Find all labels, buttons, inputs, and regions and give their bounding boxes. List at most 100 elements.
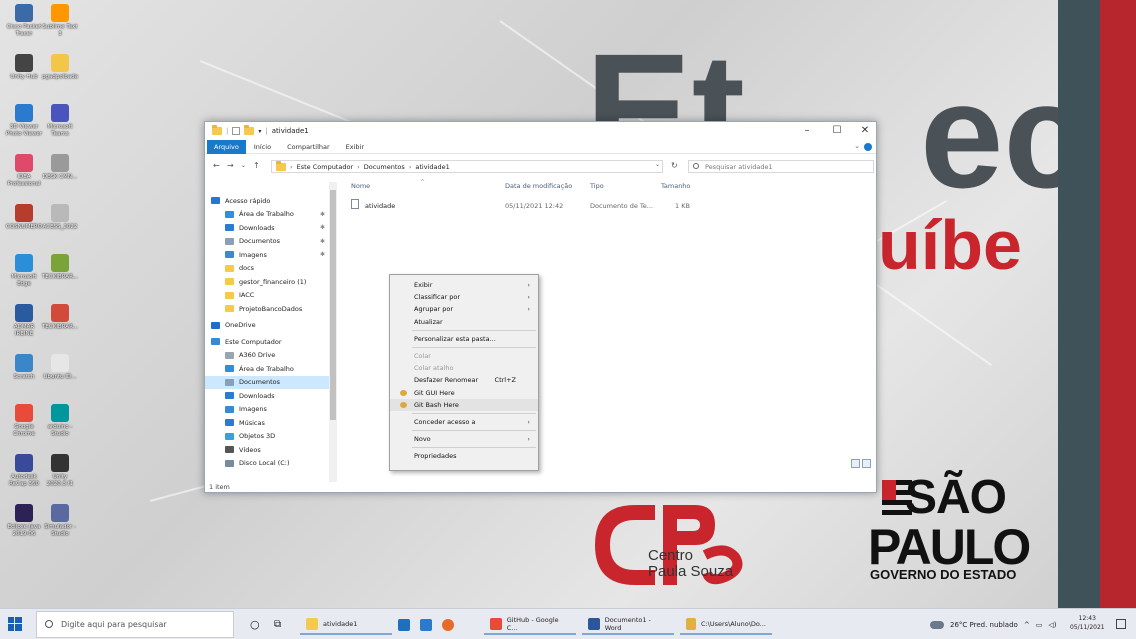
desktop-icon[interactable]: pgadpolbada xyxy=(40,54,80,81)
desktop-icon[interactable]: Simulador - Studio xyxy=(40,504,80,538)
nav-item[interactable]: Downloads ✱ xyxy=(205,221,329,234)
nav-item[interactable]: Objetos 3D xyxy=(205,430,329,443)
details-view-button[interactable] xyxy=(851,459,860,468)
nav-item[interactable]: Downloads xyxy=(205,389,329,402)
desktop-icon[interactable]: Sublime Text 3 xyxy=(40,4,80,38)
maximize-button[interactable]: ☐ xyxy=(824,122,850,140)
address-dropdown-icon[interactable]: ⌄ xyxy=(655,161,660,168)
desktop-icon[interactable]: TECKIBRAR... xyxy=(40,254,80,281)
close-button[interactable]: ✕ xyxy=(852,122,878,140)
notifications-icon[interactable] xyxy=(1116,619,1126,629)
nav-item[interactable]: ProjetoBancoDados xyxy=(205,302,329,315)
firefox-icon[interactable] xyxy=(442,614,459,635)
desktop-icon[interactable]: Cisco Packet Tracer xyxy=(4,4,44,38)
menu-item[interactable]: Agrupar por › xyxy=(390,303,538,315)
desktop-icon[interactable]: Eclipse Java 2019-06 xyxy=(4,504,44,538)
desktop-icon[interactable]: 3D Viewer Photo Viewer xyxy=(4,104,44,138)
new-folder-icon[interactable] xyxy=(244,125,255,135)
nav-scrollbar[interactable] xyxy=(329,182,337,482)
desktop-icon[interactable]: Unity Hub xyxy=(4,54,44,81)
desktop-icon[interactable]: Ubuntu ID... xyxy=(40,354,80,381)
column-header-tamanho[interactable]: Tamanho xyxy=(661,182,690,190)
properties-icon[interactable] xyxy=(232,127,241,135)
desktop-icon[interactable]: ACESS_2022 xyxy=(40,204,80,231)
menu-item[interactable]: Exibir › xyxy=(390,279,538,291)
tab-inicio[interactable]: Início xyxy=(246,140,279,154)
nav-item[interactable]: Área de Trabalho xyxy=(205,362,329,375)
file-name[interactable]: atividade xyxy=(365,202,395,210)
desktop-icon[interactable]: IDEA Professional xyxy=(4,154,44,188)
column-header-data[interactable]: Data de modificação xyxy=(505,182,572,190)
tab-arquivo[interactable]: Arquivo xyxy=(207,139,246,154)
windows-start-icon[interactable] xyxy=(8,617,22,631)
desktop-icon[interactable]: arduino - Studio xyxy=(40,404,80,438)
taskbar-app-word[interactable]: Documento1 - Word xyxy=(582,614,674,635)
desktop-icon[interactable]: TECKIBRAR... xyxy=(40,304,80,331)
nav-item[interactable]: gestor_financeiro (1) xyxy=(205,275,329,288)
nav-item[interactable]: Vídeos xyxy=(205,443,329,456)
refresh-icon[interactable]: ↻ xyxy=(671,161,678,170)
menu-item[interactable]: Atualizar xyxy=(390,316,538,328)
tab-compartilhar[interactable]: Compartilhar xyxy=(279,140,338,154)
taskbar-search-input[interactable]: Digite aqui para pesquisar xyxy=(36,611,234,638)
taskbar-app-gitbash[interactable]: C:\Users\Aluno\Do... xyxy=(680,614,772,635)
desktop-icon[interactable]: COSNUMERO xyxy=(4,204,44,231)
nav-item[interactable]: docs xyxy=(205,262,329,275)
volume-icon[interactable]: ◁) xyxy=(1048,621,1056,629)
search-input[interactable]: Pesquisar atividade1 xyxy=(688,160,874,173)
nav-item[interactable]: Documentos xyxy=(205,375,329,389)
nav-item[interactable]: IACC xyxy=(205,289,329,302)
show-hidden-icons-icon[interactable]: ^ xyxy=(1024,621,1030,629)
nav-item[interactable]: A360 Drive xyxy=(205,349,329,362)
cortana-icon[interactable]: ○ xyxy=(250,614,260,635)
desktop-icon[interactable]: ADMAR IREINE xyxy=(4,304,44,338)
help-icon[interactable] xyxy=(864,143,872,151)
desktop-icon[interactable]: Microsoft Edge xyxy=(4,254,44,288)
nav-item[interactable]: Imagens xyxy=(205,403,329,416)
menu-item[interactable]: Classificar por › xyxy=(390,291,538,303)
large-icons-view-button[interactable] xyxy=(862,459,871,468)
nav-item[interactable]: Imagens ✱ xyxy=(205,248,329,261)
expand-ribbon-icon[interactable]: ⌄ xyxy=(854,142,860,150)
store-icon[interactable] xyxy=(398,614,415,635)
taskbar-app-chrome[interactable]: GitHub - Google C... xyxy=(484,614,576,635)
taskbar-app-explorer[interactable]: atividade1 xyxy=(300,614,392,635)
desktop-icon[interactable]: DESK CMN... xyxy=(40,154,80,181)
up-button[interactable]: ↑ xyxy=(253,161,260,170)
breadcrumb-este-computador[interactable]: Este Computador xyxy=(297,163,354,171)
title-bar[interactable]: | ▾ | atividade1 – ☐ ✕ xyxy=(205,122,876,140)
breadcrumb-atividade1[interactable]: atividade1 xyxy=(415,163,449,171)
nav-item[interactable]: OneDrive xyxy=(205,319,329,332)
nav-item[interactable]: Músicas xyxy=(205,416,329,429)
breadcrumb-documentos[interactable]: Documentos xyxy=(364,163,405,171)
nav-scrollbar-thumb[interactable] xyxy=(330,190,336,420)
nav-item[interactable]: Documentos ✱ xyxy=(205,235,329,248)
address-field[interactable]: › Este Computador › Documentos › ativida… xyxy=(271,160,663,173)
menu-item[interactable]: Propriedades xyxy=(390,450,538,462)
nav-item[interactable]: Acesso rápido xyxy=(205,194,329,207)
nav-item[interactable]: Este Computador xyxy=(205,335,329,348)
desktop-icon[interactable]: Scratch xyxy=(4,354,44,381)
forward-button[interactable]: → xyxy=(227,161,234,170)
desktop-icon[interactable]: Unity 2020.3.f1 xyxy=(40,454,80,488)
chevron-down-icon[interactable]: ▾ xyxy=(258,128,261,135)
file-explorer-window[interactable]: | ▾ | atividade1 – ☐ ✕ Arquivo Início Co… xyxy=(204,121,877,493)
minimize-button[interactable]: – xyxy=(794,122,820,140)
tab-exibir[interactable]: Exibir xyxy=(338,140,372,154)
task-view-icon[interactable]: ⧉ xyxy=(274,614,281,635)
desktop-icon[interactable]: Microsoft Teams xyxy=(40,104,80,138)
menu-item[interactable]: Personalizar esta pasta... xyxy=(390,333,538,345)
nav-item[interactable]: Disco Local (C:) xyxy=(205,457,329,470)
desktop-icon[interactable]: Google Chrome xyxy=(4,404,44,438)
column-header-nome[interactable]: Nome xyxy=(351,182,370,190)
back-button[interactable]: ← xyxy=(213,161,220,170)
menu-item[interactable]: Novo › xyxy=(390,433,538,445)
menu-item[interactable]: Desfazer Renomear Ctrl+Z xyxy=(390,374,538,386)
taskbar-clock[interactable]: 12:43 05/11/2021 xyxy=(1070,614,1105,632)
menu-item[interactable]: Git GUI Here xyxy=(390,387,538,399)
menu-item[interactable]: Git Bash Here xyxy=(390,398,538,411)
nav-item[interactable]: Área de Trabalho ✱ xyxy=(205,208,329,221)
network-icon[interactable]: ▭ xyxy=(1036,621,1043,629)
recent-locations-icon[interactable]: ⌄ xyxy=(241,162,246,169)
menu-item[interactable]: Conceder acesso a › xyxy=(390,416,538,428)
